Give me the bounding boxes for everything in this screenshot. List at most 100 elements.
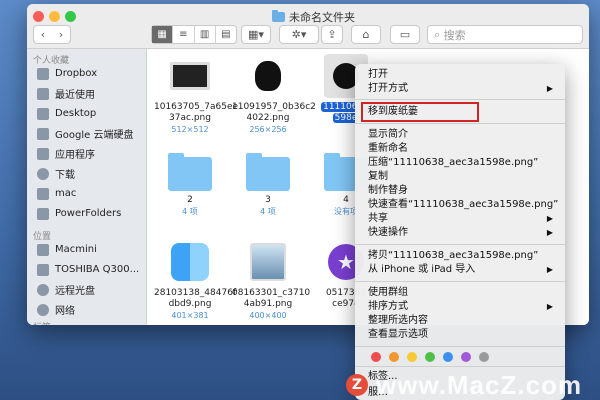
submenu-arrow-icon: ▶ xyxy=(546,228,553,237)
menu-item-make-alias[interactable]: 制作替身 xyxy=(368,184,408,198)
file-dimensions: 401×381 xyxy=(171,311,209,320)
menu-separator xyxy=(355,99,565,100)
forward-button[interactable]: › xyxy=(52,28,70,41)
back-button[interactable]: ‹ xyxy=(34,28,52,41)
sidebar-item-dropbox[interactable]: Dropbox xyxy=(37,66,97,81)
menu-item-view-options[interactable]: 查看显示选项 xyxy=(368,328,428,342)
action-button[interactable]: ✲▾ xyxy=(279,25,319,44)
sidebar-item-recents[interactable]: 最近使用 xyxy=(37,86,95,101)
folder-name: 3 xyxy=(265,195,271,205)
desktop-icon xyxy=(37,107,49,120)
search-field[interactable]: ⌕ 搜索 xyxy=(427,25,583,44)
close-button[interactable] xyxy=(33,11,44,22)
menu-item-copy[interactable]: 拷贝“11110638_aec3a1598e.png” xyxy=(368,249,538,263)
folder-icon xyxy=(246,147,290,191)
folder-icon xyxy=(37,127,49,140)
sidebar-item-desktop[interactable]: Desktop xyxy=(37,106,96,121)
group-button[interactable]: ▦▾ xyxy=(241,25,271,44)
window-title: 未命名文件夹 xyxy=(272,9,355,25)
folder-item[interactable]: 2 4 项 xyxy=(154,147,226,217)
menu-separator xyxy=(355,366,565,367)
window-title-text: 未命名文件夹 xyxy=(289,11,355,24)
file-item[interactable]: 11091957_0b36c2 4022.png 256×256 xyxy=(232,54,316,135)
context-menu: 打开 打开方式 ▶ 移到废纸篓 显示简介 重新命名 压缩“11110638_ae… xyxy=(355,64,565,400)
file-name-line1: 11091957_0b36c2 xyxy=(232,102,316,112)
sidebar-item-label: PowerFolders xyxy=(55,208,122,219)
sidebar-item-label: 网络 xyxy=(55,306,75,317)
menu-item-sort-by[interactable]: 排序方式 xyxy=(368,300,408,314)
menu-item-quick-look[interactable]: 快速查看“11110638_aec3a1598e.png” xyxy=(368,198,558,212)
tag-color-dot[interactable] xyxy=(407,352,417,362)
file-name-line1: 10163705_7a65ee xyxy=(154,102,239,112)
sidebar-item-google-drive[interactable]: Google 云端硬盘 xyxy=(37,126,133,141)
menu-separator xyxy=(355,123,565,124)
menu-item-clean-up[interactable]: 整理所选内容 xyxy=(368,314,428,328)
file-item[interactable]: 28103138_48476f dbd9.png 401×381 xyxy=(154,240,236,321)
sidebar-item-mac[interactable]: mac xyxy=(37,186,76,201)
folder-icon xyxy=(37,207,49,220)
gallery-view-button[interactable]: ▤ xyxy=(216,26,236,43)
file-name-line2: dbd9.png xyxy=(168,299,212,309)
tag-button[interactable]: ⌂ xyxy=(351,25,381,44)
tag-color-dot[interactable] xyxy=(425,352,435,362)
menu-item-quick-actions[interactable]: 快速操作 xyxy=(368,226,408,240)
tag-color-dot[interactable] xyxy=(479,352,489,362)
file-item[interactable]: 10163705_7a65ee 37ac.png 512×512 xyxy=(154,54,239,135)
menu-item-open[interactable]: 打开 xyxy=(368,68,388,82)
menu-item-open-with[interactable]: 打开方式 xyxy=(368,82,408,96)
disc-icon xyxy=(37,283,49,296)
menu-item-duplicate[interactable]: 复制 xyxy=(368,170,388,184)
new-folder-button[interactable]: ▭ xyxy=(390,25,420,44)
sidebar-item-label: Macmini xyxy=(55,244,97,255)
search-icon: ⌕ xyxy=(434,27,444,41)
search-placeholder: 搜索 xyxy=(443,28,466,42)
sidebar-item-powerfolders[interactable]: PowerFolders xyxy=(37,206,121,221)
home-icon xyxy=(37,187,49,200)
menu-separator xyxy=(355,346,565,347)
file-dimensions: 400×400 xyxy=(249,311,287,320)
file-dimensions: 256×256 xyxy=(249,125,287,134)
tag-color-dot[interactable] xyxy=(371,352,381,362)
sidebar-section-favorites: 个人收藏 xyxy=(33,56,70,66)
menu-item-share[interactable]: 共享 xyxy=(368,212,388,226)
sidebar-item-macmini[interactable]: Macmini xyxy=(37,242,97,257)
sidebar-item-label: 下载 xyxy=(55,170,75,181)
tag-color-dot[interactable] xyxy=(443,352,453,362)
folder-icon xyxy=(37,67,49,80)
menu-item-use-groups[interactable]: 使用群组 xyxy=(368,286,408,300)
folder-count: 4 项 xyxy=(260,207,276,216)
folder-name: 2 xyxy=(187,195,193,205)
sidebar-item-applications[interactable]: 应用程序 xyxy=(37,146,95,161)
menu-item-import-from-iphone[interactable]: 从 iPhone 或 iPad 导入 xyxy=(368,263,475,277)
icon-view-button[interactable]: ▦ xyxy=(152,26,174,43)
computer-icon xyxy=(37,243,49,256)
sidebar-item-label: 远程光盘 xyxy=(55,286,95,297)
nav-buttons: ‹ › xyxy=(33,25,71,44)
sidebar-item-toshiba[interactable]: TOSHIBA Q300... xyxy=(37,262,139,277)
watermark: Z www.MacZ.com xyxy=(346,370,600,400)
folder-count: 4 项 xyxy=(182,207,198,216)
menu-separator xyxy=(355,281,565,282)
folder-icon xyxy=(168,147,212,191)
column-view-button[interactable]: ▥ xyxy=(195,26,216,43)
menu-item-rename[interactable]: 重新命名 xyxy=(368,142,408,156)
folder-item[interactable]: 3 4 项 xyxy=(232,147,304,217)
sidebar-item-downloads[interactable]: 下载 xyxy=(37,166,75,181)
file-item[interactable]: 08163301_c3710 4ab91.png 400×400 xyxy=(232,240,310,321)
sidebar-item-network[interactable]: 网络 xyxy=(37,302,75,317)
submenu-arrow-icon: ▶ xyxy=(546,84,553,93)
menu-item-get-info[interactable]: 显示简介 xyxy=(368,128,408,142)
zoom-button[interactable] xyxy=(65,11,76,22)
list-view-button[interactable]: ≡ xyxy=(173,26,195,43)
sidebar-item-remote-disc[interactable]: 远程光盘 xyxy=(37,282,95,297)
menu-item-move-to-trash[interactable]: 移到废纸篓 xyxy=(368,105,418,119)
macz-logo-icon: Z xyxy=(346,374,368,396)
tag-color-dot[interactable] xyxy=(461,352,471,362)
menu-item-compress[interactable]: 压缩“11110638_aec3a1598e.png” xyxy=(368,156,538,170)
watermark-text: www.MacZ.com xyxy=(376,369,583,400)
file-dimensions: 512×512 xyxy=(171,125,209,134)
menu-separator xyxy=(355,244,565,245)
tag-color-dot[interactable] xyxy=(389,352,399,362)
share-button[interactable]: ⇪ xyxy=(321,25,343,44)
minimize-button[interactable] xyxy=(49,11,60,22)
